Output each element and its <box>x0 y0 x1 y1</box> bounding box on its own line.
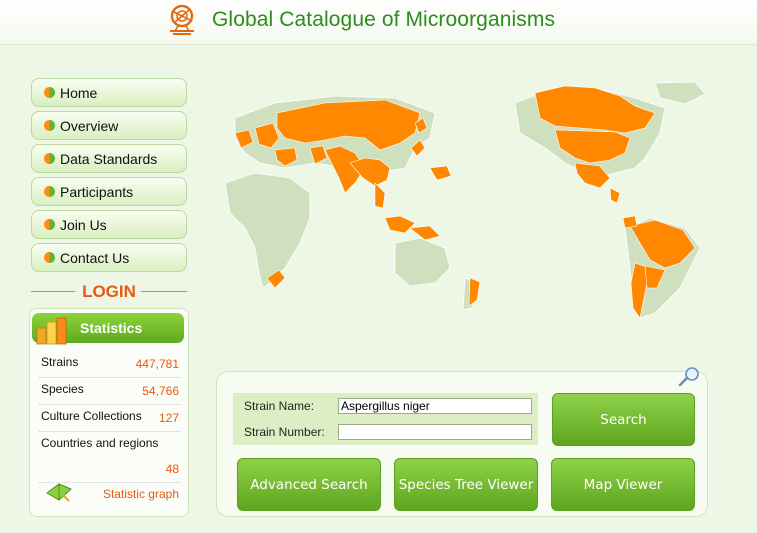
advanced-search-button[interactable]: Advanced Search <box>237 458 381 511</box>
nav-label: Overview <box>60 117 119 134</box>
stat-label: Species <box>41 382 84 396</box>
nav-item-home[interactable]: Home <box>31 78 187 107</box>
magnifier-icon[interactable] <box>677 365 703 387</box>
stat-row-species: Species 54,766 <box>39 378 181 405</box>
sidebar-nav: Home Overview Data Standards Participant… <box>31 78 187 276</box>
nav-label: Home <box>60 84 98 101</box>
nav-label: Contact Us <box>60 249 130 266</box>
nav-item-participants[interactable]: Participants <box>31 177 187 206</box>
microbe-logo-icon <box>170 4 194 35</box>
statistics-header: Statistics <box>32 313 184 345</box>
stat-value: 54,766 <box>142 384 179 398</box>
bullet-icon <box>44 153 55 164</box>
strain-name-label: Strain Name: <box>244 399 315 413</box>
search-button[interactable]: Search <box>552 393 695 446</box>
statistics-title: Statistics <box>80 320 143 336</box>
stat-row-countries: Countries and regions 48 <box>39 432 181 483</box>
search-fields: Strain Name: Aspergillus niger Strain Nu… <box>233 393 538 445</box>
world-map[interactable] <box>215 78 720 328</box>
bullet-icon <box>44 87 55 98</box>
stat-label: Strains <box>41 355 79 369</box>
statistic-graph-link[interactable]: Statistic graph <box>39 479 181 507</box>
login-link[interactable]: LOGIN <box>31 282 187 302</box>
statistic-graph-label[interactable]: Statistic graph <box>103 487 179 501</box>
nav-item-join-us[interactable]: Join Us <box>31 210 187 239</box>
stat-label: Countries and regions <box>41 436 159 450</box>
bar-chart-icon <box>36 317 67 345</box>
statistics-panel: Statistics Strains 447,781 Species 54,76… <box>29 308 189 517</box>
stat-row-strains: Strains 447,781 <box>39 351 181 378</box>
statistics-list: Strains 447,781 Species 54,766 Culture C… <box>39 351 181 483</box>
strain-number-input[interactable] <box>338 424 532 440</box>
page-header: Global Catalogue of Microorganisms <box>0 0 757 45</box>
bullet-icon <box>44 219 55 230</box>
nav-item-contact-us[interactable]: Contact Us <box>31 243 187 272</box>
species-tree-viewer-button[interactable]: Species Tree Viewer <box>394 458 538 511</box>
nav-label: Data Standards <box>60 150 158 167</box>
nav-item-data-standards[interactable]: Data Standards <box>31 144 187 173</box>
strain-number-label: Strain Number: <box>244 425 325 439</box>
site-title: Global Catalogue of Microorganisms <box>212 8 556 31</box>
bullet-icon <box>44 252 55 263</box>
stat-value: 48 <box>165 462 179 476</box>
map-viewer-button[interactable]: Map Viewer <box>551 458 695 511</box>
arrow-chart-icon <box>46 483 72 502</box>
nav-item-overview[interactable]: Overview <box>31 111 187 140</box>
strain-name-input[interactable]: Aspergillus niger <box>338 398 532 414</box>
stat-label: Culture Collections <box>41 409 142 423</box>
bullet-icon <box>44 186 55 197</box>
stat-value: 127 <box>158 411 179 425</box>
stat-value: 447,781 <box>135 357 179 371</box>
nav-label: Participants <box>60 183 134 200</box>
login-section: LOGIN <box>31 281 187 303</box>
stat-row-culture-collections: Culture Collections 127 <box>39 405 181 432</box>
bullet-icon <box>44 120 55 131</box>
nav-label: Join Us <box>60 216 107 233</box>
